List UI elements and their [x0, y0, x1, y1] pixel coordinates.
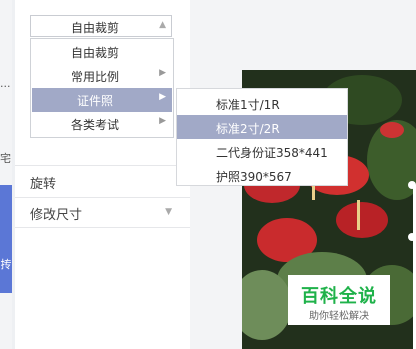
crop-handle[interactable]: [408, 181, 416, 189]
chevron-up-icon: ▲: [159, 20, 166, 30]
side-label-fragment: 宅: [0, 152, 11, 165]
side-accent-label: 抟: [0, 258, 12, 271]
menu-item-id-photo[interactable]: 证件照 ▶: [32, 88, 172, 112]
menu-item-common-ratio[interactable]: 常用比例 ▶: [32, 64, 172, 88]
chevron-right-icon: ▶: [159, 68, 166, 78]
side-label-fragment-top: ...: [0, 77, 11, 90]
menu-item-exams[interactable]: 各类考试 ▶: [32, 112, 172, 136]
side-accent-bar[interactable]: [0, 185, 12, 293]
submenu-item-1inch[interactable]: 标准1寸/1R: [177, 91, 347, 115]
chevron-right-icon: ▶: [159, 116, 166, 126]
crop-mode-menu: 自由裁剪 常用比例 ▶ 证件照 ▶ 各类考试 ▶: [30, 38, 174, 138]
menu-item-label: 自由裁剪: [70, 46, 119, 60]
divider: [15, 197, 190, 198]
menu-item-label: 各类考试: [70, 118, 119, 132]
rotate-label[interactable]: 旋转: [30, 173, 56, 192]
chevron-right-icon: ▶: [159, 92, 166, 102]
menu-item-label: 常用比例: [70, 70, 119, 84]
resize-label[interactable]: 修改尺寸: [30, 204, 82, 223]
crop-mode-value: 自由裁剪: [70, 21, 119, 35]
submenu-item-id-card[interactable]: 二代身份证358*441: [177, 139, 347, 163]
submenu-item-2inch[interactable]: 标准2寸/2R: [177, 115, 347, 139]
submenu-item-label: 标准2寸/2R: [216, 122, 280, 136]
crop-handle[interactable]: [408, 233, 416, 241]
submenu-item-label: 标准1寸/1R: [216, 98, 280, 112]
menu-item-label: 证件照: [76, 94, 113, 108]
chevron-down-icon[interactable]: ▼: [165, 207, 172, 217]
submenu-item-label: 二代身份证358*441: [216, 146, 328, 160]
crop-mode-select[interactable]: 自由裁剪 ▲: [30, 15, 172, 37]
divider: [15, 227, 190, 228]
watermark-subtitle: 助你轻松解决: [309, 311, 369, 322]
menu-item-free-crop[interactable]: 自由裁剪: [32, 40, 172, 64]
watermark-title: 百科全说: [301, 286, 377, 307]
watermark-logo: 百科全说 助你轻松解决: [288, 275, 390, 325]
id-photo-submenu: 标准1寸/1R 标准2寸/2R 二代身份证358*441 护照390*567: [176, 88, 348, 186]
divider: [15, 165, 190, 166]
submenu-item-label: 护照390*567: [216, 170, 292, 184]
submenu-item-passport[interactable]: 护照390*567: [177, 163, 347, 187]
